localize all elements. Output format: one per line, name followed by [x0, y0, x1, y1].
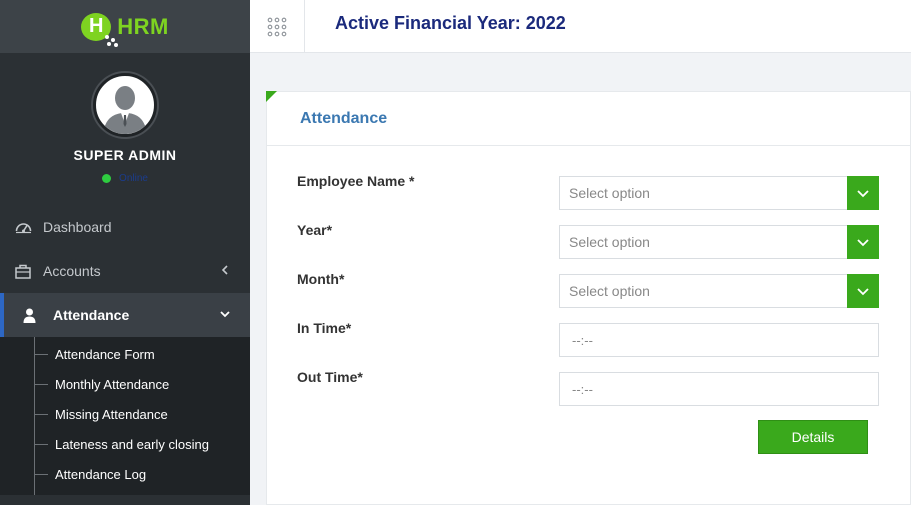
briefcase-icon: [14, 262, 32, 280]
avatar[interactable]: [93, 73, 157, 137]
out-time-label: Out Time*: [297, 369, 363, 385]
sidebar-item-accounts[interactable]: Accounts: [0, 249, 250, 293]
chevron-left-icon: [221, 265, 228, 275]
sidebar-item-label: Dashboard: [43, 219, 112, 235]
chevron-down-icon: [857, 190, 869, 198]
user-silhouette-icon: [103, 86, 147, 134]
select-placeholder: Select option: [569, 234, 650, 250]
dashboard-icon: [14, 218, 32, 236]
status-text: Online: [119, 173, 148, 184]
submenu-item-missing-attendance[interactable]: Missing Attendance: [0, 399, 250, 429]
user-icon: [20, 306, 38, 324]
attendance-card: Attendance Employee Name * Select option…: [266, 91, 911, 505]
time-placeholder: --:--: [572, 381, 593, 397]
form-row-in-time: In Time* --:--: [297, 320, 879, 357]
submenu-item-lateness-early-closing[interactable]: Lateness and early closing: [0, 429, 250, 459]
submenu-item-attendance-form[interactable]: Attendance Form: [0, 339, 250, 369]
out-time-input[interactable]: --:--: [559, 372, 879, 406]
grid-dots-icon: [267, 17, 287, 36]
month-label: Month*: [297, 271, 345, 287]
sidebar: H HRM SUPER ADMIN Online Dashboard Accou…: [0, 0, 250, 505]
month-select[interactable]: Select option: [559, 274, 879, 308]
logo-letter: H: [88, 15, 104, 37]
select-placeholder: Select option: [569, 283, 650, 299]
select-placeholder: Select option: [569, 185, 650, 201]
sidebar-item-label: Attendance: [53, 307, 130, 323]
sidebar-item-attendance[interactable]: Attendance: [0, 293, 250, 337]
employee-name-select[interactable]: Select option: [559, 176, 879, 210]
form-row-month: Month* Select option: [297, 271, 879, 308]
chevron-down-icon: [857, 239, 869, 247]
sidebar-item-dashboard[interactable]: Dashboard: [0, 205, 250, 249]
chevron-down-icon: [857, 288, 869, 296]
select-toggle-button[interactable]: [847, 225, 879, 259]
logo-text: HRM: [117, 13, 169, 39]
select-toggle-button[interactable]: [847, 274, 879, 308]
page-title: Active Financial Year: 2022: [335, 13, 566, 33]
online-dot-icon: [102, 174, 112, 183]
employee-name-label: Employee Name *: [297, 173, 415, 189]
card-header: Attendance: [267, 92, 910, 146]
form-row-employee-name: Employee Name * Select option: [297, 173, 879, 210]
card-title: Attendance: [300, 109, 388, 127]
time-placeholder: --:--: [572, 332, 593, 348]
details-button[interactable]: Details: [758, 420, 868, 454]
hrm-logo[interactable]: H HRM: [81, 12, 169, 47]
submenu-item-attendance-log[interactable]: Attendance Log: [0, 459, 250, 489]
in-time-input[interactable]: --:--: [559, 323, 879, 357]
user-status: Online: [102, 173, 148, 184]
year-select[interactable]: Select option: [559, 225, 879, 259]
card-corner-accent: [266, 91, 277, 102]
sidebar-item-label: Accounts: [43, 263, 101, 279]
top-bar: Active Financial Year: 2022: [250, 0, 911, 53]
user-name: SUPER ADMIN: [73, 147, 177, 163]
logo-mark: H: [81, 12, 119, 47]
submenu-item-monthly-attendance[interactable]: Monthly Attendance: [0, 369, 250, 399]
brand-bar: H HRM: [0, 0, 250, 53]
sidebar-nav: Dashboard Accounts Attendance Attendance…: [0, 205, 250, 495]
logo-dots: [105, 34, 119, 47]
apps-menu-button[interactable]: [250, 0, 305, 53]
user-profile: SUPER ADMIN Online: [0, 53, 250, 205]
select-toggle-button[interactable]: [847, 176, 879, 210]
year-label: Year*: [297, 222, 333, 238]
form-row-year: Year* Select option: [297, 222, 879, 259]
in-time-label: In Time*: [297, 320, 352, 336]
form-row-out-time: Out Time* --:--: [297, 369, 879, 406]
attendance-submenu: Attendance Form Monthly Attendance Missi…: [0, 337, 250, 495]
chevron-down-icon: [220, 311, 230, 318]
